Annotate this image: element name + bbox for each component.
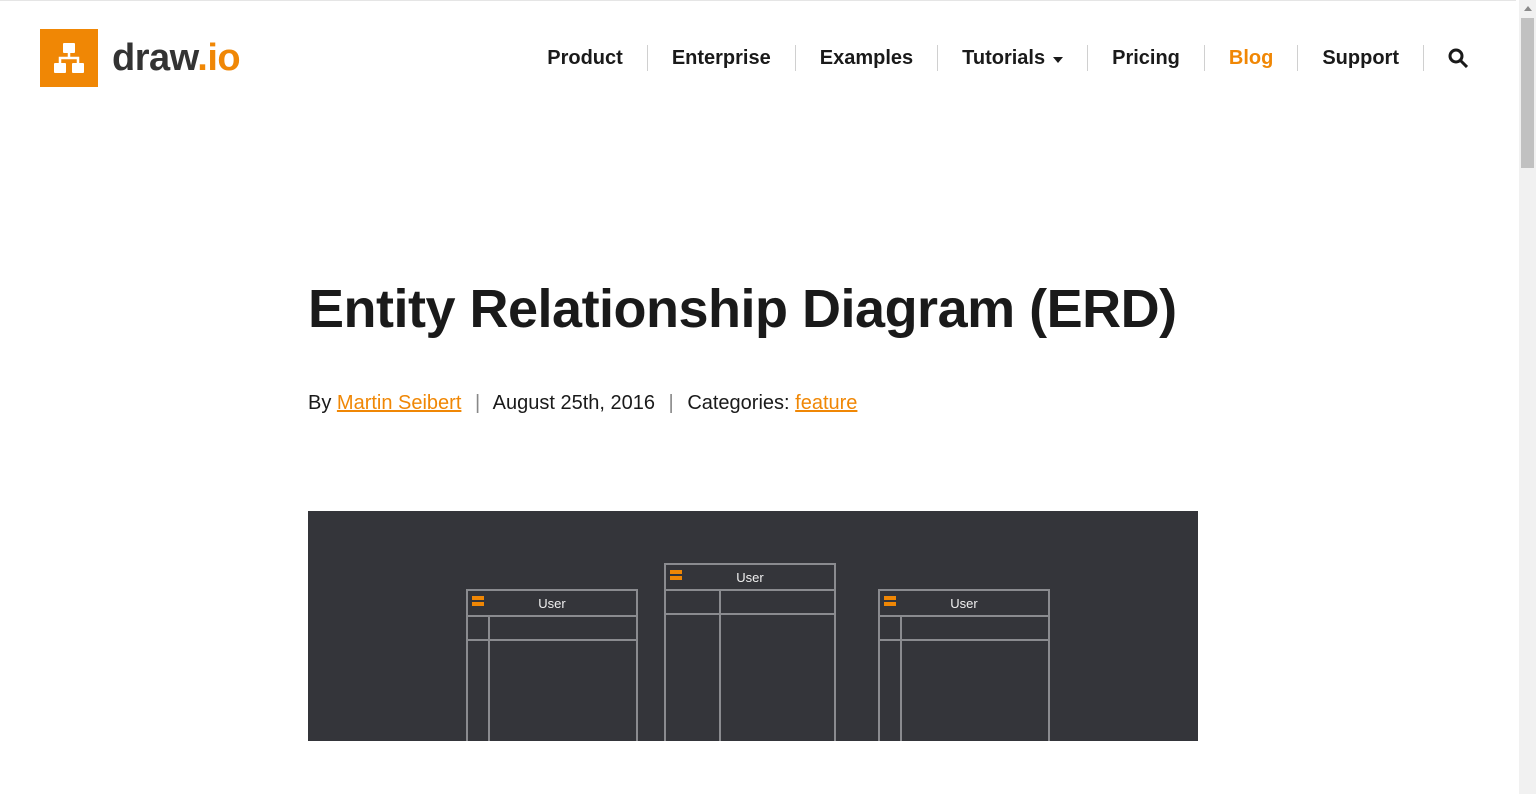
- table-icon: [884, 596, 896, 600]
- nav-label: Enterprise: [672, 47, 771, 70]
- erd-body: [468, 617, 636, 741]
- hero-image: User User Us: [308, 511, 1198, 741]
- chevron-down-icon: [1053, 57, 1063, 63]
- erd-title: User: [666, 570, 834, 585]
- nav-label: Blog: [1229, 47, 1273, 70]
- table-icon: [472, 596, 484, 600]
- erd-table: User: [664, 563, 836, 741]
- by-label: By: [308, 392, 337, 414]
- table-icon: [670, 570, 682, 574]
- site-header: draw.io Product Enterprise Examples Tuto…: [0, 1, 1516, 115]
- erd-col: [880, 617, 902, 741]
- erd-title: User: [880, 596, 1048, 611]
- erd-header: User: [880, 591, 1048, 617]
- erd-header: User: [666, 565, 834, 591]
- post-title: Entity Relationship Diagram (ERD): [308, 275, 1208, 344]
- nav-examples[interactable]: Examples: [796, 47, 937, 70]
- category-link[interactable]: feature: [795, 392, 857, 414]
- search-button[interactable]: [1424, 48, 1476, 68]
- nav-tutorials[interactable]: Tutorials: [938, 47, 1087, 70]
- logo-mark-icon: [40, 29, 98, 87]
- erd-table: User: [878, 589, 1050, 741]
- nav-label: Product: [547, 47, 623, 70]
- scrollbar-thumb[interactable]: [1521, 18, 1534, 168]
- main-nav: Product Enterprise Examples Tutorials Pr…: [523, 45, 1476, 71]
- nav-label: Pricing: [1112, 47, 1180, 70]
- nav-label: Support: [1322, 47, 1399, 70]
- erd-row: [468, 617, 636, 641]
- post-date: August 25th, 2016: [493, 392, 655, 414]
- nav-blog[interactable]: Blog: [1205, 47, 1297, 70]
- erd-col: [468, 617, 490, 741]
- post-meta: By Martin Seibert | August 25th, 2016 | …: [308, 392, 1208, 415]
- nav-label: Tutorials: [962, 47, 1045, 70]
- scroll-up-button[interactable]: [1519, 0, 1536, 17]
- nav-product[interactable]: Product: [523, 47, 647, 70]
- erd-title: User: [468, 596, 636, 611]
- erd-body: [666, 591, 834, 741]
- logo[interactable]: draw.io: [40, 29, 240, 87]
- arrow-up-icon: [1524, 6, 1532, 11]
- erd-row: [880, 617, 1048, 641]
- nav-enterprise[interactable]: Enterprise: [648, 47, 795, 70]
- erd-header: User: [468, 591, 636, 617]
- categories-label: Categories:: [687, 392, 795, 414]
- meta-sep: |: [467, 392, 488, 414]
- erd-table: User: [466, 589, 638, 741]
- nav-support[interactable]: Support: [1298, 47, 1423, 70]
- logo-text: draw.io: [112, 37, 240, 80]
- meta-sep: |: [661, 392, 682, 414]
- scrollbar[interactable]: [1519, 0, 1536, 794]
- erd-body: [880, 617, 1048, 741]
- logo-text-b: .io: [197, 37, 240, 79]
- author-link[interactable]: Martin Seibert: [337, 392, 462, 414]
- nav-pricing[interactable]: Pricing: [1088, 47, 1204, 70]
- search-icon: [1448, 48, 1468, 68]
- logo-text-a: draw: [112, 37, 197, 79]
- post-content: Entity Relationship Diagram (ERD) By Mar…: [308, 115, 1208, 741]
- nav-label: Examples: [820, 47, 913, 70]
- erd-col: [666, 591, 721, 741]
